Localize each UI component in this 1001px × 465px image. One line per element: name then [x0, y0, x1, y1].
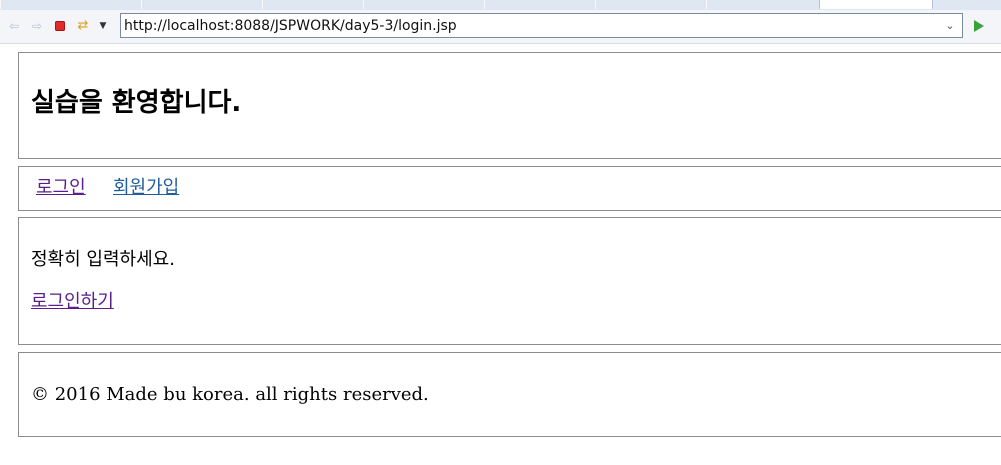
nav-section: 로그인 회원가입 [18, 166, 1001, 211]
address-bar[interactable]: ⌄ [120, 13, 963, 38]
browser-toolbar: ⇦ ⇨ ⇄ ▼ ⌄ [0, 10, 1001, 44]
instruction-message: 정확히 입력하세요. [31, 249, 175, 270]
refresh-icon[interactable]: ⇄ [75, 18, 91, 34]
back-arrow-icon[interactable]: ⇦ [6, 18, 22, 34]
browser-tab[interactable] [706, 0, 820, 9]
login-link[interactable]: 로그인 [36, 176, 86, 200]
browser-tab[interactable] [262, 0, 364, 9]
stop-icon[interactable] [52, 18, 68, 34]
chevron-down-icon[interactable]: ⌄ [944, 17, 956, 33]
browser-tab[interactable] [595, 0, 707, 9]
browser-tab[interactable] [141, 0, 263, 9]
page-title: 실습을 환영합니다. [31, 88, 242, 118]
header-section: 실습을 환영합니다. [18, 52, 1001, 159]
url-input[interactable] [124, 16, 939, 35]
login-action-link[interactable]: 로그인하기 [31, 290, 114, 314]
page-content: 실습을 환영합니다. 로그인 회원가입 정확히 입력하세요. 로그인하기 © 2… [0, 44, 1001, 465]
content-section: 정확히 입력하세요. 로그인하기 [18, 217, 1001, 345]
browser-tab[interactable] [363, 0, 485, 9]
dropdown-icon[interactable]: ▼ [96, 18, 110, 34]
footer-section: © 2016 Made bu korea. all rights reserve… [18, 352, 1001, 437]
browser-tab-active[interactable] [819, 0, 933, 9]
copyright-text: © 2016 Made bu korea. all rights reserve… [31, 384, 429, 405]
forward-arrow-icon[interactable]: ⇨ [29, 18, 45, 34]
join-link[interactable]: 회원가입 [113, 176, 179, 200]
browser-tab[interactable] [484, 0, 596, 9]
browser-tab[interactable] [0, 0, 142, 9]
play-icon[interactable] [972, 19, 986, 33]
